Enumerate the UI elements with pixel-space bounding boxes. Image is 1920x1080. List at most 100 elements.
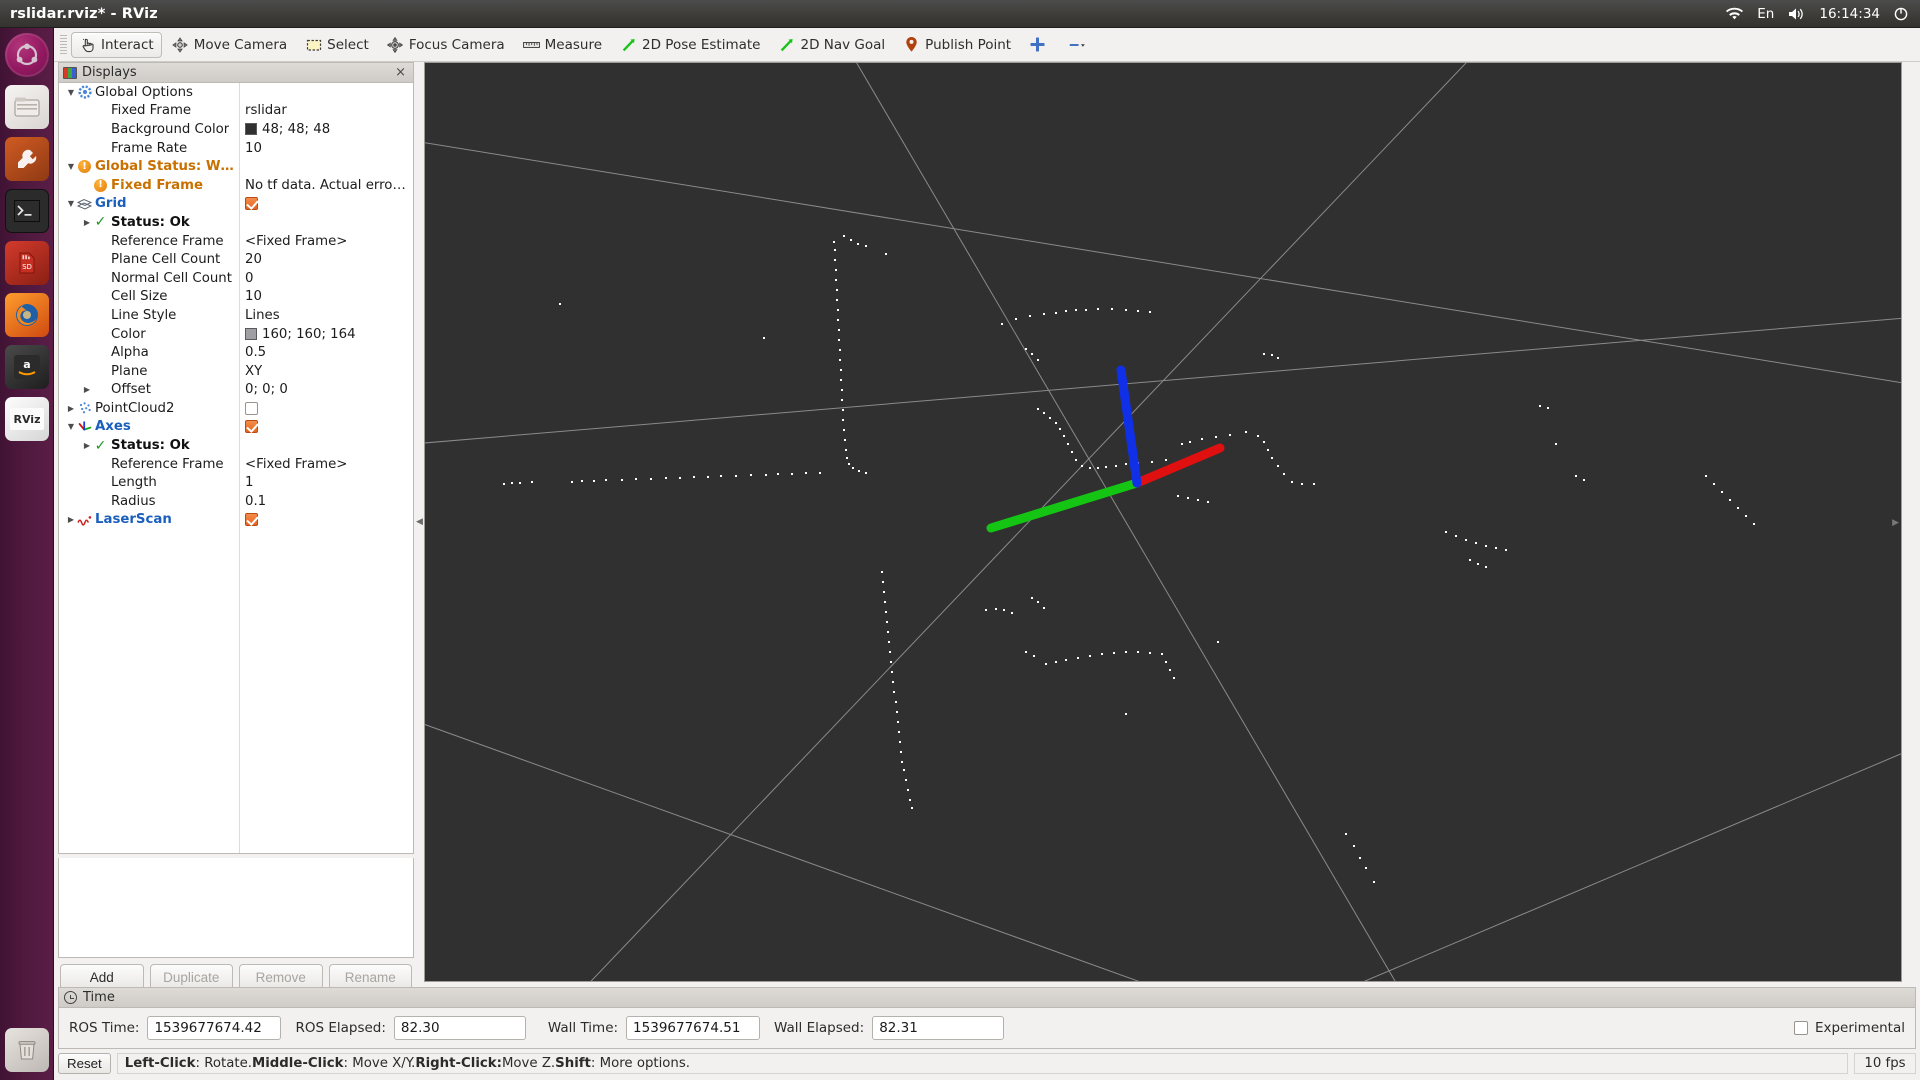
experimental-toggle[interactable]: Experimental: [1793, 1020, 1905, 1036]
launcher-item-firefox[interactable]: [4, 293, 49, 337]
tool-2d-pose-estimate[interactable]: 2D Pose Estimate: [612, 32, 768, 58]
tree-row[interactable]: ▶Normal Cell Count0: [59, 269, 413, 288]
enable-checkbox[interactable]: [245, 197, 258, 211]
tree-row[interactable]: ▶Cell Size10: [59, 288, 413, 307]
tree-row[interactable]: ▶ LaserScan: [59, 511, 413, 530]
tree-row-value[interactable]: 10: [245, 141, 262, 156]
tree-row[interactable]: ▼ Global Options: [59, 83, 413, 102]
tree-row[interactable]: ▶PlaneXY: [59, 362, 413, 381]
chevron-down-icon[interactable]: ▼: [65, 422, 77, 431]
tree-row-value[interactable]: XY: [245, 364, 262, 379]
ros-elapsed-field[interactable]: 82.30: [393, 1016, 526, 1040]
ubuntu-dash-button[interactable]: [4, 33, 49, 77]
tree-row[interactable]: ▶!Fixed FrameNo tf data. Actual erro…: [59, 176, 413, 195]
launcher-item-trash[interactable]: [5, 1028, 49, 1072]
clock-label[interactable]: 16:14:34: [1819, 6, 1880, 22]
tree-row-value[interactable]: [245, 401, 258, 415]
tree-row[interactable]: ▶ ✓ Status: Ok: [59, 213, 413, 232]
tree-row-value[interactable]: 160; 160; 164: [245, 327, 356, 342]
chevron-right-icon[interactable]: ▶: [65, 515, 77, 524]
launcher-item-rviz[interactable]: RViz: [4, 397, 49, 441]
enable-checkbox[interactable]: [245, 420, 258, 434]
color-swatch[interactable]: [245, 123, 257, 136]
ros-time-field[interactable]: 1539677674.42: [147, 1016, 282, 1040]
chevron-right-icon[interactable]: ▶: [81, 441, 93, 450]
tree-row[interactable]: ▶Plane Cell Count20: [59, 250, 413, 269]
wall-time-field[interactable]: 1539677674.51: [626, 1016, 761, 1040]
render-viewport-3d[interactable]: ▶: [424, 62, 1902, 982]
tree-row[interactable]: ▼ Grid: [59, 195, 413, 214]
tree-row-label: Radius: [111, 493, 156, 509]
displays-property-tree[interactable]: ▼ Global Options ▶ Fixed Frame rslidar ▶ Backg…: [58, 82, 414, 854]
keyboard-layout-indicator[interactable]: En: [1757, 6, 1774, 22]
tree-row-value[interactable]: rslidar: [245, 103, 287, 118]
tree-row-value[interactable]: 0; 0; 0: [245, 382, 288, 397]
tree-row[interactable]: ▶Alpha0.5: [59, 343, 413, 362]
tree-row[interactable]: ▶Color160; 160; 164: [59, 325, 413, 344]
tree-row-value-text: 10: [245, 140, 262, 156]
experimental-checkbox[interactable]: [1793, 1021, 1808, 1035]
volume-icon[interactable]: [1788, 7, 1805, 21]
tree-row-value[interactable]: <Fixed Frame>: [245, 234, 347, 249]
close-icon[interactable]: ×: [392, 65, 409, 80]
tree-row[interactable]: ▶Length1: [59, 473, 413, 492]
tree-row[interactable]: ▼ Axes: [59, 418, 413, 437]
tree-row-value[interactable]: 10: [245, 289, 262, 304]
tool-move-camera[interactable]: Move Camera: [164, 32, 295, 58]
tool-remove-dropdown[interactable]: [1061, 32, 1099, 58]
tool-select[interactable]: Select: [297, 32, 377, 58]
tree-row[interactable]: ▶ ✓ Status: Ok: [59, 436, 413, 455]
chevron-right-icon[interactable]: ▶: [65, 404, 77, 413]
tool-publish-point[interactable]: Publish Point: [895, 32, 1019, 58]
color-swatch[interactable]: [245, 328, 257, 341]
tree-row[interactable]: ▶Line StyleLines: [59, 306, 413, 325]
tool-focus-camera[interactable]: Focus Camera: [379, 32, 513, 58]
tree-row[interactable]: ▶Background Color48; 48; 48: [59, 120, 413, 139]
splitter-collapse-handle[interactable]: ◀: [416, 517, 423, 527]
tree-row[interactable]: ▶ PointCloud2: [59, 399, 413, 418]
launcher-item-software-updater[interactable]: [4, 137, 49, 181]
tree-row-value[interactable]: No tf data. Actual erro…: [245, 178, 406, 193]
chevron-right-icon[interactable]: ▶: [81, 385, 93, 394]
launcher-item-files[interactable]: [4, 85, 49, 129]
launcher-item-amazon[interactable]: a: [4, 345, 49, 389]
chevron-down-icon[interactable]: ▼: [65, 88, 77, 97]
chevron-down-icon[interactable]: ▼: [65, 162, 77, 171]
wifi-icon[interactable]: [1726, 7, 1744, 21]
tree-row-value[interactable]: [245, 197, 258, 211]
launcher-item-terminal[interactable]: [4, 189, 49, 233]
viewport-right-handle[interactable]: ▶: [1892, 518, 1899, 528]
tool-add-plus[interactable]: [1021, 32, 1059, 58]
tree-row[interactable]: ▶ Offset 0; 0; 0: [59, 381, 413, 400]
toolbar-drag-handle[interactable]: [60, 34, 67, 55]
tree-row[interactable]: ▶Reference Frame<Fixed Frame>: [59, 232, 413, 251]
tree-row[interactable]: ▶Reference Frame<Fixed Frame>: [59, 455, 413, 474]
tree-row-value[interactable]: [245, 420, 258, 434]
chevron-right-icon[interactable]: ▶: [81, 218, 93, 227]
tree-row[interactable]: ▶Frame Rate10: [59, 139, 413, 158]
tree-row[interactable]: ▶Radius0.1: [59, 492, 413, 511]
wall-elapsed-field[interactable]: 82.31: [872, 1016, 1005, 1040]
panel-splitter[interactable]: ◀: [415, 62, 423, 982]
reset-button[interactable]: Reset: [58, 1053, 111, 1074]
tree-row-value[interactable]: 1: [245, 475, 253, 490]
tree-row-value[interactable]: 0.5: [245, 345, 266, 360]
tree-row-value[interactable]: 48; 48; 48: [245, 122, 330, 137]
enable-checkbox[interactable]: [245, 401, 258, 415]
tool-interact[interactable]: Interact: [71, 31, 162, 58]
tree-row-value[interactable]: 20: [245, 252, 262, 267]
move-camera-icon: [172, 36, 189, 53]
chevron-down-icon[interactable]: ▼: [65, 199, 77, 208]
tree-row[interactable]: ▼! Global Status: W…: [59, 157, 413, 176]
tool-measure[interactable]: Measure: [515, 32, 610, 58]
tool-2d-nav-goal[interactable]: 2D Nav Goal: [771, 32, 894, 58]
tree-row-value[interactable]: <Fixed Frame>: [245, 457, 347, 472]
power-icon[interactable]: [1894, 7, 1908, 21]
tree-row-value[interactable]: 0.1: [245, 494, 266, 509]
tree-row[interactable]: ▶Fixed Framerslidar: [59, 102, 413, 121]
launcher-item-sd-card[interactable]: SD: [4, 241, 49, 285]
enable-checkbox[interactable]: [245, 513, 258, 527]
tree-row-value[interactable]: [245, 513, 258, 527]
tree-row-value[interactable]: 0: [245, 271, 253, 286]
tree-row-value[interactable]: Lines: [245, 308, 280, 323]
